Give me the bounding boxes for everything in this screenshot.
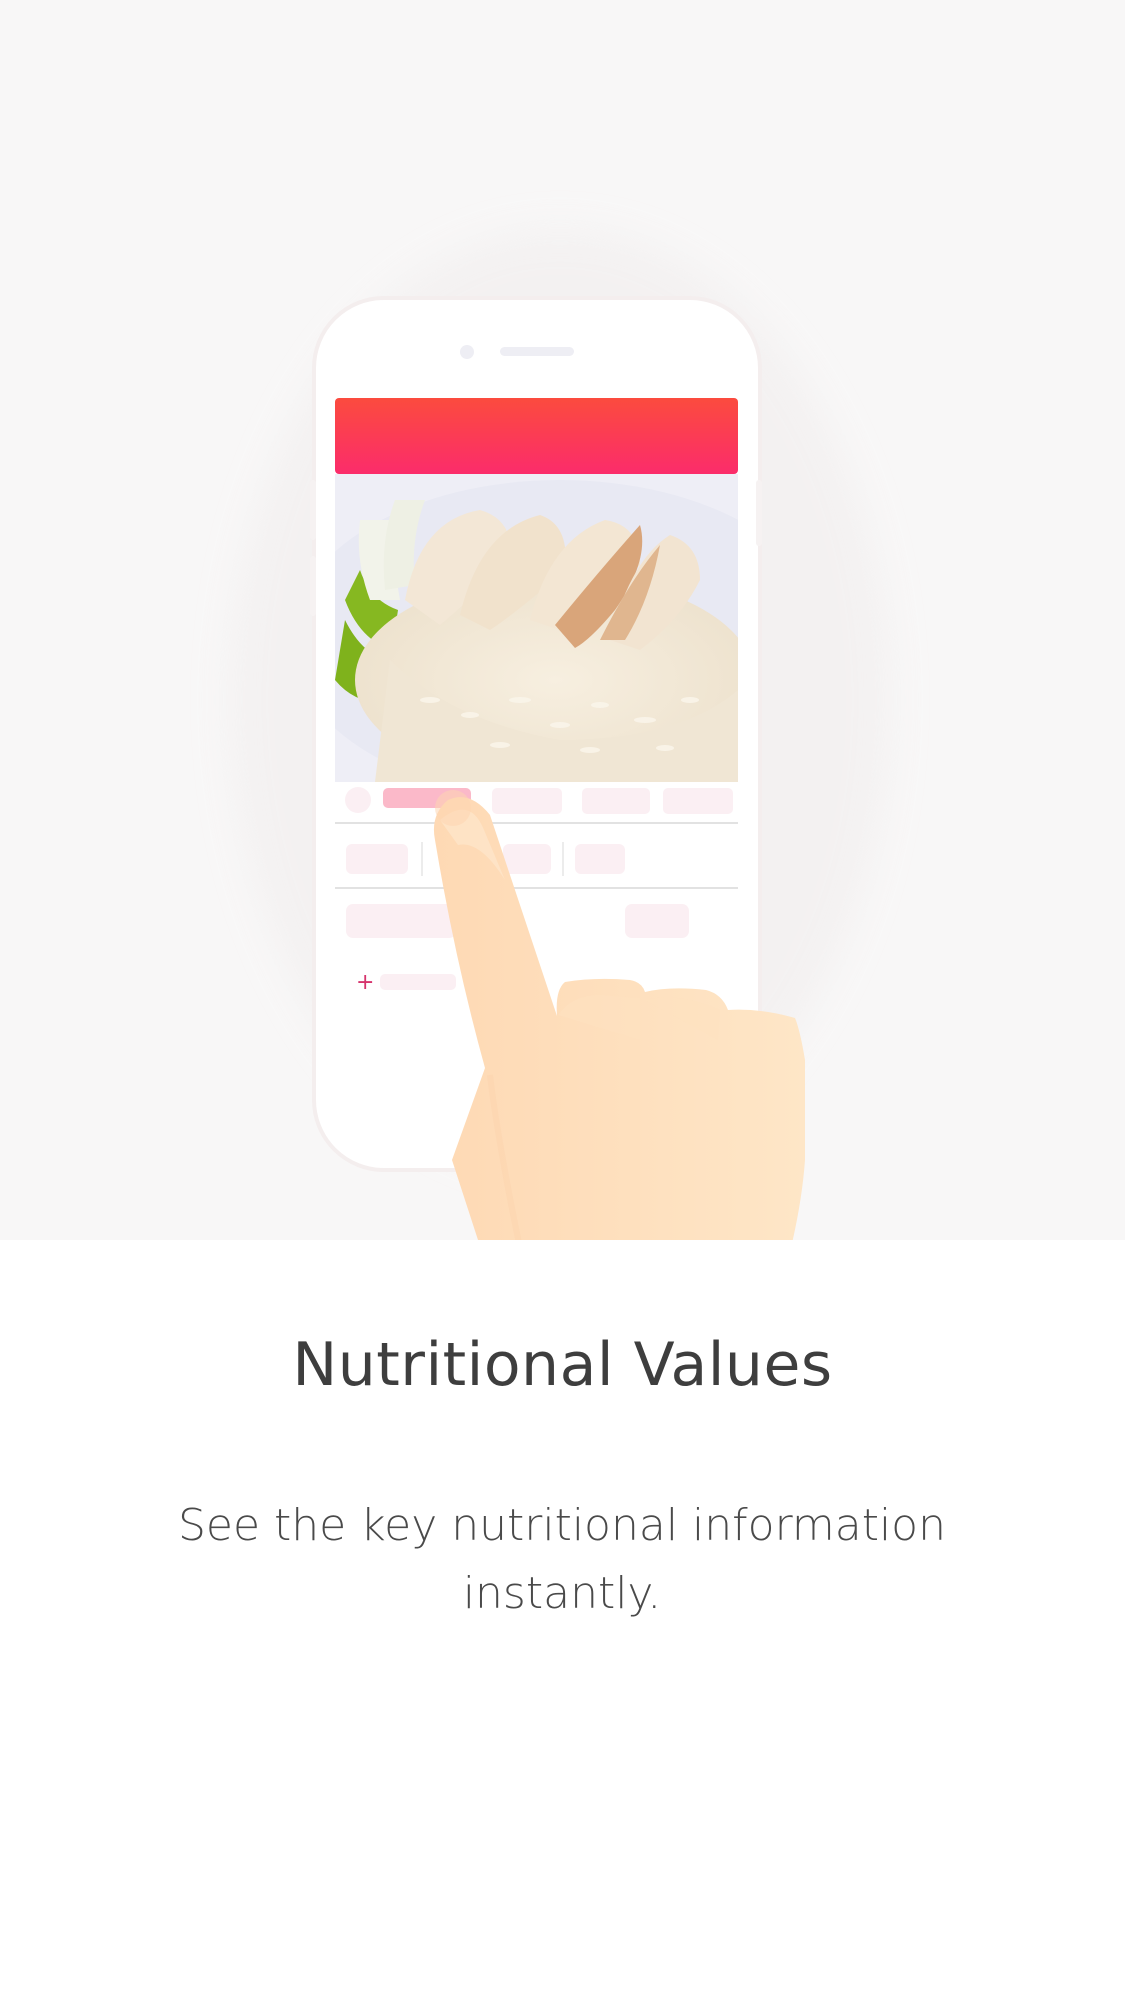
hero-illustration-area: +: [0, 0, 1125, 1240]
phone-camera-icon: [460, 345, 474, 359]
phone-speaker: [500, 347, 574, 356]
tab-placeholder[interactable]: [582, 788, 650, 814]
nutrient-placeholder: [575, 844, 625, 874]
plus-icon[interactable]: +: [356, 970, 374, 995]
list-placeholder: [346, 904, 456, 938]
tab-placeholder-dot: [345, 787, 371, 813]
page-description: See the key nutritional information inst…: [177, 1500, 946, 1619]
phone-volume-down: [310, 556, 316, 616]
phone-power-button: [756, 480, 762, 546]
app-header-bar: [335, 398, 738, 474]
tab-placeholder[interactable]: [663, 788, 733, 814]
add-item-placeholder[interactable]: [380, 974, 456, 990]
list-placeholder: [625, 904, 689, 938]
tab-placeholder[interactable]: [492, 788, 562, 814]
phone-volume-up: [310, 480, 316, 540]
page-title: Nutritional Values: [292, 1330, 833, 1400]
nutrient-placeholder: [503, 844, 551, 874]
phone-hand-illustration: +: [230, 230, 890, 1240]
nutrient-placeholder: [346, 844, 408, 874]
onboarding-screen: + Nutritional Values See the key nutriti…: [0, 0, 1125, 2001]
